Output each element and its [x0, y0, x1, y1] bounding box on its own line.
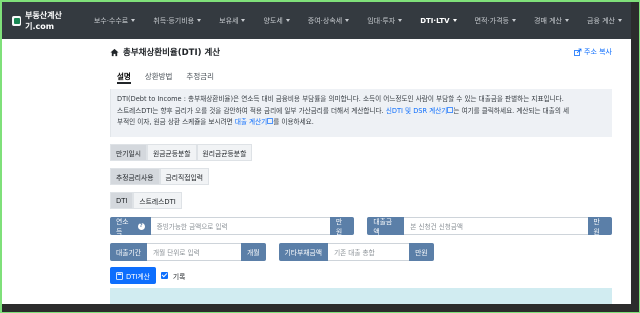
- repay-method-group: 만기일시 원금균등분할 원리금균등분할: [110, 144, 612, 161]
- stress-dti-button[interactable]: 스트레스DTI: [133, 192, 182, 209]
- term-label: 대출기간: [110, 243, 148, 261]
- loan-unit: 만원: [587, 217, 612, 236]
- repay-equal-principal-button[interactable]: 원금균등분할: [147, 144, 197, 161]
- term-unit: 개월: [241, 243, 266, 261]
- top-navbar: 부동산계산기.com 보수·수수료 취득·등기비용 보유세 양도세 증여·상속세…: [2, 2, 631, 39]
- nav-label: 양도세: [263, 16, 283, 25]
- rate-mode-group: 추정금리사용 금리직접입력: [110, 168, 612, 185]
- nav-label: 임대·투자: [367, 16, 396, 25]
- main-content: 총부채상환비율(DTI) 계산 주소 복사 설명 상환방법 추정금리 DTI(D…: [110, 43, 612, 284]
- description-text: 는 여기를 클릭하세요. 계산되는 대출의 세: [453, 106, 570, 115]
- loan-label: 대출금액: [367, 217, 405, 236]
- description-line: 부적인 이자, 원금 상환 스케쥴을 보시려면 대출 계산기 를 이용하세요.: [117, 117, 606, 129]
- income-input[interactable]: 증빙가능한 금액으로 입력: [150, 217, 330, 235]
- copy-address-label: 주소 복사: [584, 48, 612, 56]
- page-title: 총부채상환비율(DTI) 계산: [110, 46, 220, 58]
- caret-down-icon: [452, 19, 457, 22]
- caret-down-icon: [512, 19, 516, 22]
- nav-item-rental[interactable]: 임대·투자: [358, 2, 411, 39]
- nav-item-dti-ltv[interactable]: DTI·LTV: [411, 2, 465, 39]
- input-row-1: 연소득? 증빙가능한 금액으로 입력 만원 대출금액 본 신청건 신청금액 만원: [110, 217, 612, 236]
- caret-down-icon: [197, 19, 202, 22]
- income-label: 연소득?: [110, 217, 151, 236]
- repay-bullet-button[interactable]: 만기일시: [110, 144, 148, 161]
- nav-label: 보수·수수료: [93, 16, 129, 25]
- home-icon: [110, 48, 119, 56]
- dti-button[interactable]: DTI: [110, 192, 134, 209]
- tab-estimated-rate[interactable]: 추정금리: [186, 71, 214, 84]
- loan-input[interactable]: 본 신청건 신청금액: [404, 217, 588, 235]
- nav-item-acquisition[interactable]: 취득·등기비용: [144, 2, 210, 39]
- tab-repay-method[interactable]: 상환방법: [145, 71, 173, 84]
- other-debt-unit: 만원: [409, 243, 434, 261]
- loan-calculator-link[interactable]: 대출 계산기: [235, 118, 267, 126]
- nav-label: 보유세: [219, 16, 239, 25]
- save-record-checkbox[interactable]: [160, 272, 168, 279]
- brand-name: 부동산계산기.com: [25, 10, 62, 31]
- description-box: DTI(Debt to Income : 총부채상환비율)은 연소득 대비 금융…: [110, 89, 612, 137]
- nav-item-finance[interactable]: 금융 계산: [578, 2, 631, 39]
- caret-down-icon: [241, 19, 246, 22]
- description-text: 스트레스DTI는 향후 금리가 오를 것을 감안하여 적용 금리에 일부 가산금…: [117, 106, 384, 115]
- caret-down-icon: [398, 19, 403, 22]
- income-unit: 만원: [329, 217, 355, 236]
- caret-down-icon: [131, 19, 136, 22]
- share-icon: [574, 48, 582, 56]
- nav-label: DTI·LTV: [420, 16, 450, 25]
- nav-item-fees[interactable]: 보수·수수료: [85, 2, 144, 39]
- dti-mode-group: DTI 스트레스DTI: [110, 192, 612, 209]
- other-debt-label: 기타부채금액: [278, 243, 329, 261]
- title-bar: 총부채상환비율(DTI) 계산 주소 복사: [110, 43, 612, 61]
- new-dti-dsr-link[interactable]: 신DTI 및 DSR 계산기: [386, 107, 448, 115]
- other-debt-input-group: 기타부채금액 기존 대출 총합 만원: [278, 243, 434, 261]
- caret-down-icon: [285, 19, 290, 22]
- dti-calc-label: DTI계산: [126, 272, 150, 281]
- nav-item-area-price[interactable]: 면적·가격등: [466, 2, 525, 39]
- calculator-logo-icon: [12, 15, 22, 26]
- other-debt-input[interactable]: 기존 대출 총합: [328, 243, 410, 261]
- nav-item-auction[interactable]: 경매 계산: [525, 2, 578, 39]
- info-tabs: 설명 상환방법 추정금리: [110, 71, 612, 84]
- term-input[interactable]: 개월 단위로 입력: [147, 243, 242, 261]
- nav-item-holding-tax[interactable]: 보유세: [210, 2, 254, 39]
- caret-down-icon: [345, 19, 350, 22]
- term-input-group: 대출기간 개월 단위로 입력 개월: [110, 243, 266, 261]
- page-title-text: 총부채상환비율(DTI) 계산: [123, 48, 221, 58]
- loan-input-group: 대출금액 본 신청건 신청금액 만원: [367, 217, 612, 236]
- nav-label: 경매 계산: [534, 16, 562, 25]
- dti-calc-button[interactable]: DTI계산: [110, 267, 156, 284]
- input-row-2: 대출기간 개월 단위로 입력 개월 기타부채금액 기존 대출 총합 만원: [110, 243, 612, 261]
- description-line: 스트레스DTI는 향후 금리가 오를 것을 감안하여 적용 금리에 일부 가산금…: [117, 106, 606, 118]
- repay-equal-installment-button[interactable]: 원리금균등분할: [196, 144, 253, 161]
- direct-rate-button[interactable]: 금리직접입력: [159, 168, 210, 185]
- help-icon[interactable]: ?: [137, 222, 145, 230]
- nav-item-transfer-tax[interactable]: 양도세: [254, 2, 298, 39]
- description-line: DTI(Debt to Income : 총부채상환비율)은 연소득 대비 금융…: [117, 95, 564, 103]
- income-input-group: 연소득? 증빙가능한 금액으로 입력 만원: [110, 217, 355, 236]
- income-label-text: 연소득: [116, 218, 129, 236]
- nav-label: 취득·등기비용: [153, 16, 195, 25]
- calculator-icon: [116, 271, 123, 280]
- caret-down-icon: [618, 19, 622, 22]
- tab-description[interactable]: 설명: [117, 71, 131, 84]
- copy-address-link[interactable]: 주소 복사: [574, 47, 612, 57]
- browser-frame: 부동산계산기.com 보수·수수료 취득·등기비용 보유세 양도세 증여·상속세…: [2, 2, 639, 312]
- result-panel: [110, 288, 612, 304]
- nav-label: 면적·가격등: [474, 16, 509, 25]
- save-record-label: 기록: [172, 272, 186, 281]
- estimated-rate-button[interactable]: 추정금리사용: [110, 168, 160, 185]
- caret-down-icon: [565, 19, 569, 22]
- description-text: 부적인 이자, 원금 상환 스케쥴을 보시려면: [117, 118, 233, 126]
- nav-item-gift-tax[interactable]: 증여·상속세: [299, 2, 358, 39]
- nav-label: 증여·상속세: [307, 16, 343, 25]
- description-text: 를 이용하세요.: [273, 118, 314, 126]
- calc-row: DTI계산 기록: [110, 267, 612, 284]
- site-brand[interactable]: 부동산계산기.com: [12, 10, 85, 32]
- nav-label: 금융 계산: [587, 16, 615, 25]
